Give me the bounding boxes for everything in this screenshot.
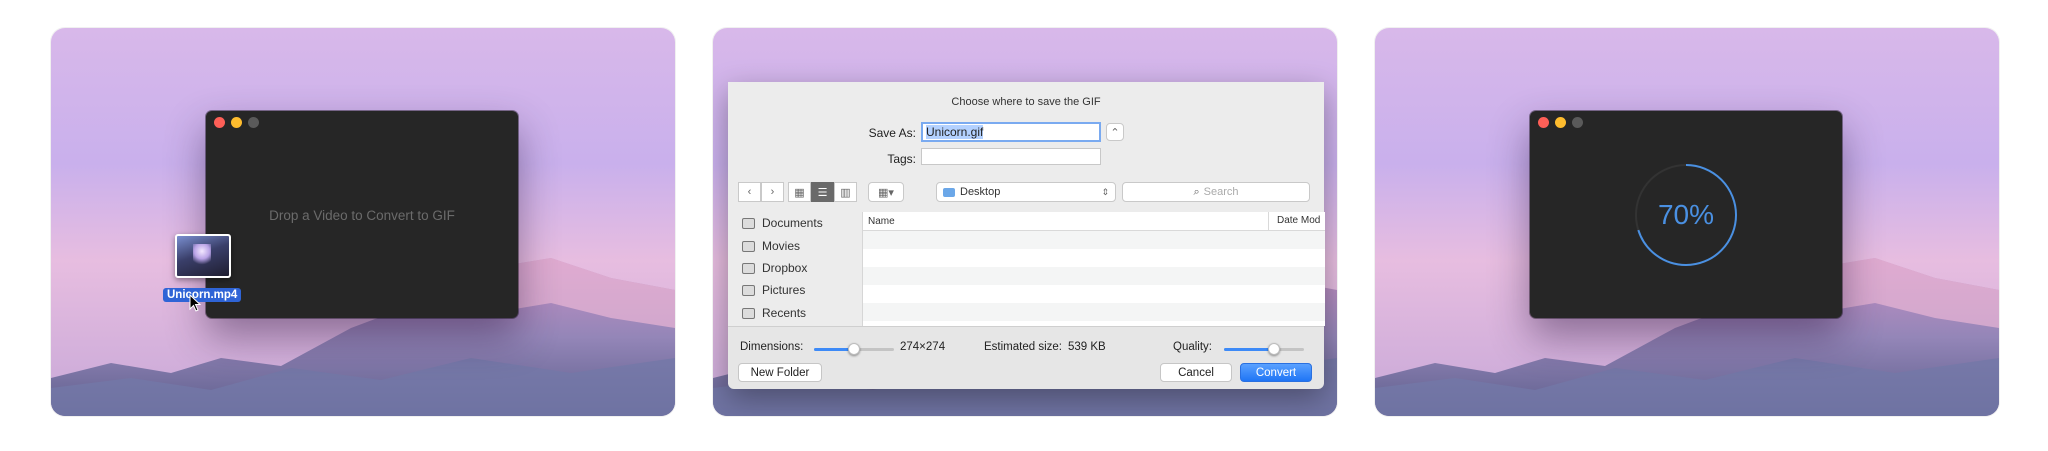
arrange-grid-icon: ▦▾ <box>878 186 894 199</box>
tags-input[interactable] <box>921 148 1101 165</box>
search-placeholder: Search <box>1203 186 1239 198</box>
recents-icon <box>742 307 755 319</box>
quality-slider-fill <box>1224 348 1274 351</box>
tags-label: Tags: <box>887 152 916 166</box>
sidebar-item-recents[interactable]: Recents <box>742 306 806 320</box>
search-field[interactable]: ⌕ Search <box>1122 182 1310 202</box>
minimize-button[interactable] <box>1555 117 1566 128</box>
documents-icon <box>742 217 755 229</box>
close-button[interactable] <box>214 117 225 128</box>
zoom-button[interactable] <box>1572 117 1583 128</box>
list-icon: ☰ <box>817 186 828 199</box>
convert-button[interactable]: Convert <box>1240 363 1312 382</box>
sidebar-item-label: Pictures <box>762 283 806 297</box>
dimensions-slider-knob[interactable] <box>848 343 860 355</box>
location-value: Desktop <box>960 186 1001 198</box>
sidebar-item-dropbox[interactable]: Dropbox <box>742 261 807 275</box>
estimated-size-value: 539 KB <box>1068 341 1106 353</box>
quality-slider[interactable] <box>1224 343 1304 355</box>
expand-dialog-button[interactable]: ⌃ <box>1106 123 1124 141</box>
nav-back-forward: ‹ › <box>738 182 784 202</box>
sidebar-item-label: Dropbox <box>762 261 808 275</box>
icon-view-button[interactable]: ▦ <box>788 182 811 202</box>
sidebar-item-label: Documents <box>762 216 823 230</box>
sidebar-item-movies[interactable]: Movies <box>742 239 800 253</box>
drop-hint-text: Drop a Video to Convert to GIF <box>269 208 455 223</box>
minimize-button[interactable] <box>231 117 242 128</box>
list-row <box>863 285 1325 303</box>
app-window: Drop a Video to Convert to GIF <box>206 111 518 318</box>
columns-icon: ▥ <box>840 186 851 199</box>
window-controls <box>214 117 259 128</box>
chevron-left-icon: ‹ <box>747 186 752 198</box>
forward-button[interactable]: › <box>761 182 784 202</box>
pictures-icon <box>742 284 755 296</box>
movies-icon <box>742 240 755 252</box>
list-row <box>863 267 1325 285</box>
quality-label: Quality: <box>1173 341 1212 353</box>
list-row <box>863 303 1325 321</box>
app-window: 70% <box>1530 111 1842 318</box>
screenshot-panel-save: Choose where to save the GIF Save As: Un… <box>713 28 1337 416</box>
chevron-right-icon: › <box>770 186 775 198</box>
save-dialog: Choose where to save the GIF Save As: Un… <box>728 82 1325 389</box>
grid-icon: ▦ <box>794 186 805 199</box>
search-icon: ⌕ <box>1193 185 1200 198</box>
column-view-button[interactable]: ▥ <box>834 182 857 202</box>
list-header: Name Date Mod <box>863 212 1325 231</box>
sidebar-item-documents[interactable]: Documents <box>742 216 823 230</box>
screenshot-panel-progress: 70% <box>1375 28 1999 416</box>
close-button[interactable] <box>1538 117 1549 128</box>
finder-sidebar: Documents Movies Dropbox Pictures Recent… <box>728 212 862 326</box>
column-header-name[interactable]: Name <box>868 216 895 227</box>
dimensions-slider[interactable] <box>814 343 894 355</box>
folder-icon <box>943 187 955 197</box>
save-as-label: Save As: <box>868 126 916 140</box>
screenshot-panel-drop: Drop a Video to Convert to GIF Unicorn.m… <box>51 28 675 416</box>
list-view-button[interactable]: ☰ <box>811 182 834 202</box>
new-folder-button[interactable]: New Folder <box>738 363 822 382</box>
column-header-date[interactable]: Date Mod <box>1268 212 1320 230</box>
dropbox-icon <box>742 262 755 274</box>
save-as-value: Unicorn.gif <box>926 125 984 139</box>
progress-percentage: 70% <box>1657 199 1715 230</box>
dimensions-value: 274×274 <box>900 341 946 353</box>
save-as-input[interactable]: Unicorn.gif <box>921 122 1101 142</box>
file-list: Name Date Mod <box>862 212 1325 326</box>
mouse-cursor-icon <box>189 294 202 312</box>
cancel-button[interactable]: Cancel <box>1160 363 1232 382</box>
options-bar: Dimensions: 274×274 Estimated size: 539 … <box>728 326 1324 389</box>
dialog-title: Choose where to save the GIF <box>951 96 1101 108</box>
sidebar-item-pictures[interactable]: Pictures <box>742 283 805 297</box>
list-row <box>863 231 1325 249</box>
list-rows <box>863 231 1325 321</box>
updown-chevron-icon: ⇕ <box>1101 186 1109 197</box>
quality-slider-knob[interactable] <box>1267 343 1280 355</box>
estimated-size-label: Estimated size: <box>984 341 1062 353</box>
location-popup[interactable]: Desktop ⇕ <box>936 182 1116 202</box>
video-file-icon[interactable] <box>175 234 231 278</box>
window-controls <box>1538 117 1583 128</box>
dimensions-label: Dimensions: <box>740 341 804 353</box>
chevron-up-icon: ⌃ <box>1110 126 1120 139</box>
arrange-button[interactable]: ▦▾ <box>868 182 904 202</box>
sidebar-item-label: Movies <box>762 239 801 253</box>
zoom-button[interactable] <box>248 117 259 128</box>
view-mode-group: ▦ ☰ ▥ <box>788 182 857 202</box>
list-row <box>863 249 1325 267</box>
sidebar-item-label: Recents <box>762 306 807 320</box>
back-button[interactable]: ‹ <box>738 182 761 202</box>
